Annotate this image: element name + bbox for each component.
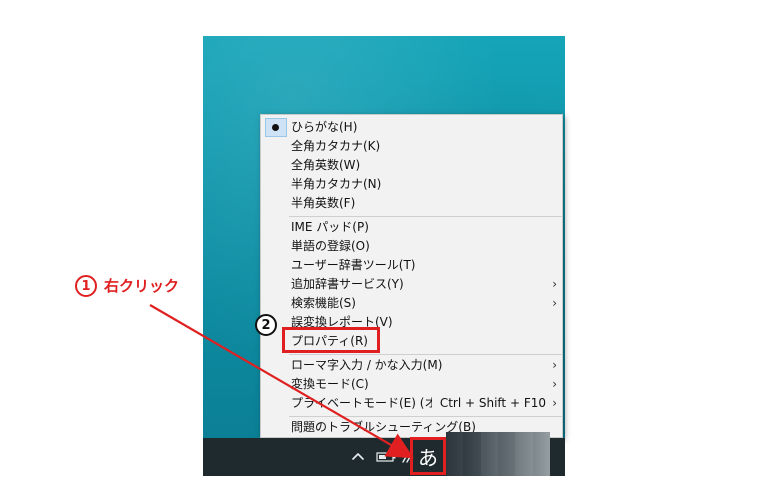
redacted-pixel-tiles [446, 432, 550, 476]
step-2-badge: 2 [255, 314, 277, 336]
menu-item-label: 全角英数(W) [291, 158, 361, 172]
menu-item-hiragana[interactable]: ひらがな(H) [261, 118, 564, 137]
menu-separator [289, 216, 562, 217]
properties-highlight-box [282, 327, 380, 353]
menu-item-ime-pad[interactable]: IME パッド(P) [261, 218, 564, 237]
chevron-right-icon: › [552, 358, 557, 372]
menu-item-private-mode[interactable]: プライベートモード(E) (オフ) Ctrl + Shift + F10 › [261, 394, 564, 413]
step-2-number: 2 [261, 317, 271, 333]
chevron-right-icon: › [552, 296, 557, 310]
menu-item-label: ユーザー辞書ツール(T) [291, 258, 416, 272]
menu-item-label: ひらがな(H) [291, 120, 358, 134]
menu-item-hankaku-eisu[interactable]: 半角英数(F) [261, 194, 564, 213]
menu-item-word-register[interactable]: 単語の登録(O) [261, 237, 564, 256]
screenshot-stage: ひらがな(H) 全角カタカナ(K) 全角英数(W) 半角カタカナ(N) 半角英数… [0, 0, 768, 504]
step-1-number: 1 [81, 278, 91, 294]
chevron-right-icon: › [552, 377, 557, 391]
menu-item-label: 全角カタカナ(K) [291, 139, 381, 153]
menu-item-label: 追加辞書サービス(Y) [291, 277, 404, 291]
radio-selected-icon [272, 124, 279, 131]
menu-item-hankaku-katakana[interactable]: 半角カタカナ(N) [261, 175, 564, 194]
menu-item-user-dictionary[interactable]: ユーザー辞書ツール(T) [261, 256, 564, 275]
menu-item-zenkaku-katakana[interactable]: 全角カタカナ(K) [261, 137, 564, 156]
menu-item-conversion-mode[interactable]: 変換モード(C) › [261, 375, 564, 394]
step-1-badge: 1 [75, 275, 97, 297]
battery-icon[interactable] [375, 449, 397, 465]
menu-item-label: IME パッド(P) [291, 220, 369, 234]
ime-indicator-text: あ [418, 445, 438, 470]
menu-separator [289, 354, 562, 355]
menu-item-label: 単語の登録(O) [291, 239, 370, 253]
menu-item-additional-dictionary[interactable]: 追加辞書サービス(Y) › [261, 275, 564, 294]
menu-item-label: 検索機能(S) [291, 296, 356, 310]
step-1-label: 右クリック [104, 277, 180, 295]
chevron-right-icon: › [552, 277, 557, 291]
chevron-right-icon: › [552, 396, 557, 410]
ime-indicator-button[interactable]: あ [410, 437, 446, 475]
ime-context-menu: ひらがな(H) 全角カタカナ(K) 全角英数(W) 半角カタカナ(N) 半角英数… [260, 114, 563, 438]
menu-item-label: プライベートモード(E) (オフ) [291, 396, 432, 410]
menu-item-label: 半角カタカナ(N) [291, 177, 382, 191]
menu-item-label: 変換モード(C) [291, 377, 369, 391]
menu-item-input-method[interactable]: ローマ字入力 / かな入力(M) › [261, 356, 564, 375]
menu-item-label: ローマ字入力 / かな入力(M) [291, 358, 443, 372]
menu-item-zenkaku-eisu[interactable]: 全角英数(W) [261, 156, 564, 175]
menu-item-label: 半角英数(F) [291, 196, 356, 210]
menu-item-shortcut: Ctrl + Shift + F10 [439, 396, 546, 410]
chevron-up-icon[interactable] [350, 449, 366, 465]
menu-item-search[interactable]: 検索機能(S) › [261, 294, 564, 313]
menu-separator [289, 416, 562, 417]
